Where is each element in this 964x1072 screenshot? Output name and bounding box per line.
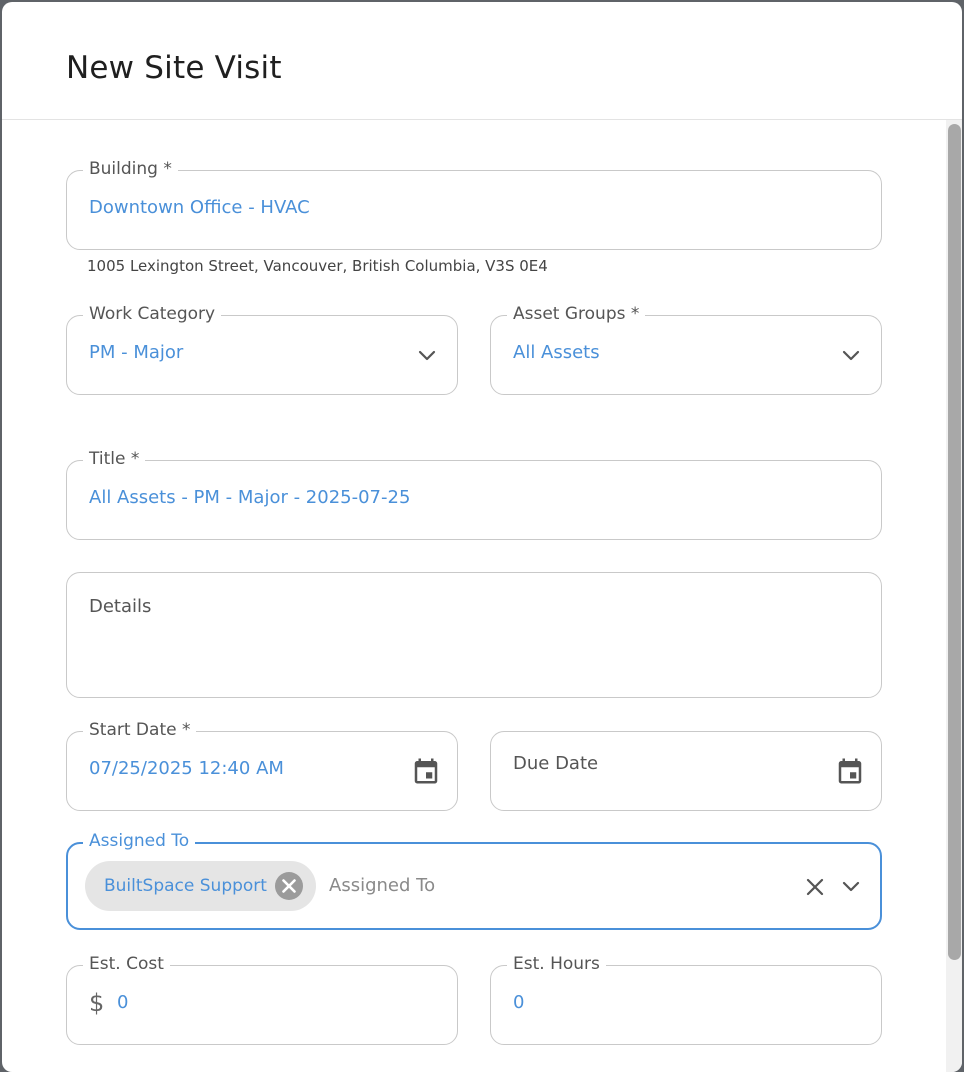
dialog-header: New Site Visit — [2, 2, 962, 120]
est-hours-value: 0 — [513, 992, 525, 1013]
assignee-chip-label: BuiltSpace Support — [104, 876, 267, 896]
est-cost-value: 0 — [117, 992, 129, 1013]
est-hours-field[interactable]: Est. Hours 0 — [490, 952, 882, 1045]
close-icon[interactable] — [805, 877, 825, 897]
calendar-icon[interactable] — [411, 755, 441, 787]
cancel-circle-icon[interactable] — [274, 871, 304, 901]
assigned-to-select[interactable]: Assigned To BuiltSpace Support Assigned … — [66, 829, 882, 930]
assignee-chip: BuiltSpace Support — [85, 861, 316, 911]
title-value: All Assets - PM - Major - 2025-07-25 — [89, 487, 411, 508]
calendar-icon[interactable] — [835, 755, 865, 787]
start-date-value: 07/25/2025 12:40 AM — [89, 758, 284, 779]
building-value: Downtown Office - HVAC — [89, 197, 310, 218]
start-date-field[interactable]: Start Date * 07/25/2025 12:40 AM — [66, 718, 458, 811]
scrollbar-thumb[interactable] — [948, 124, 961, 960]
chevron-down-icon[interactable] — [841, 346, 861, 366]
est-cost-field[interactable]: Est. Cost $ 0 — [66, 952, 458, 1045]
asset-groups-value: All Assets — [513, 342, 600, 363]
dialog-body: Building * Downtown Office - HVAC 1005 L… — [2, 120, 946, 1072]
est-hours-label: Est. Hours — [507, 952, 606, 976]
assigned-to-label: Assigned To — [83, 829, 196, 853]
work-category-select[interactable]: Work Category PM - Major — [66, 302, 458, 395]
title-label: Title * — [83, 447, 146, 471]
new-site-visit-dialog: New Site Visit Building * Downtown Offic… — [2, 2, 962, 1072]
est-cost-label: Est. Cost — [83, 952, 170, 976]
work-category-label: Work Category — [83, 302, 222, 326]
building-label: Building * — [83, 157, 178, 181]
dialog-title: New Site Visit — [66, 50, 282, 86]
currency-symbol: $ — [89, 989, 105, 1017]
building-address: 1005 Lexington Street, Vancouver, Britis… — [87, 257, 548, 275]
building-field[interactable]: Building * Downtown Office - HVAC — [66, 157, 882, 250]
start-date-label: Start Date * — [83, 718, 197, 742]
chevron-down-icon[interactable] — [841, 877, 861, 897]
details-field[interactable]: Details — [66, 572, 882, 698]
chevron-down-icon[interactable] — [417, 346, 437, 366]
details-label: Details — [89, 596, 152, 617]
assigned-to-input[interactable]: Assigned To — [329, 874, 435, 898]
due-date-field[interactable]: Due Date — [490, 731, 882, 811]
work-category-value: PM - Major — [89, 342, 184, 363]
asset-groups-select[interactable]: Asset Groups * All Assets — [490, 302, 882, 395]
due-date-label: Due Date — [513, 753, 599, 774]
title-field[interactable]: Title * All Assets - PM - Major - 2025-0… — [66, 447, 882, 540]
asset-groups-label: Asset Groups * — [507, 302, 646, 326]
